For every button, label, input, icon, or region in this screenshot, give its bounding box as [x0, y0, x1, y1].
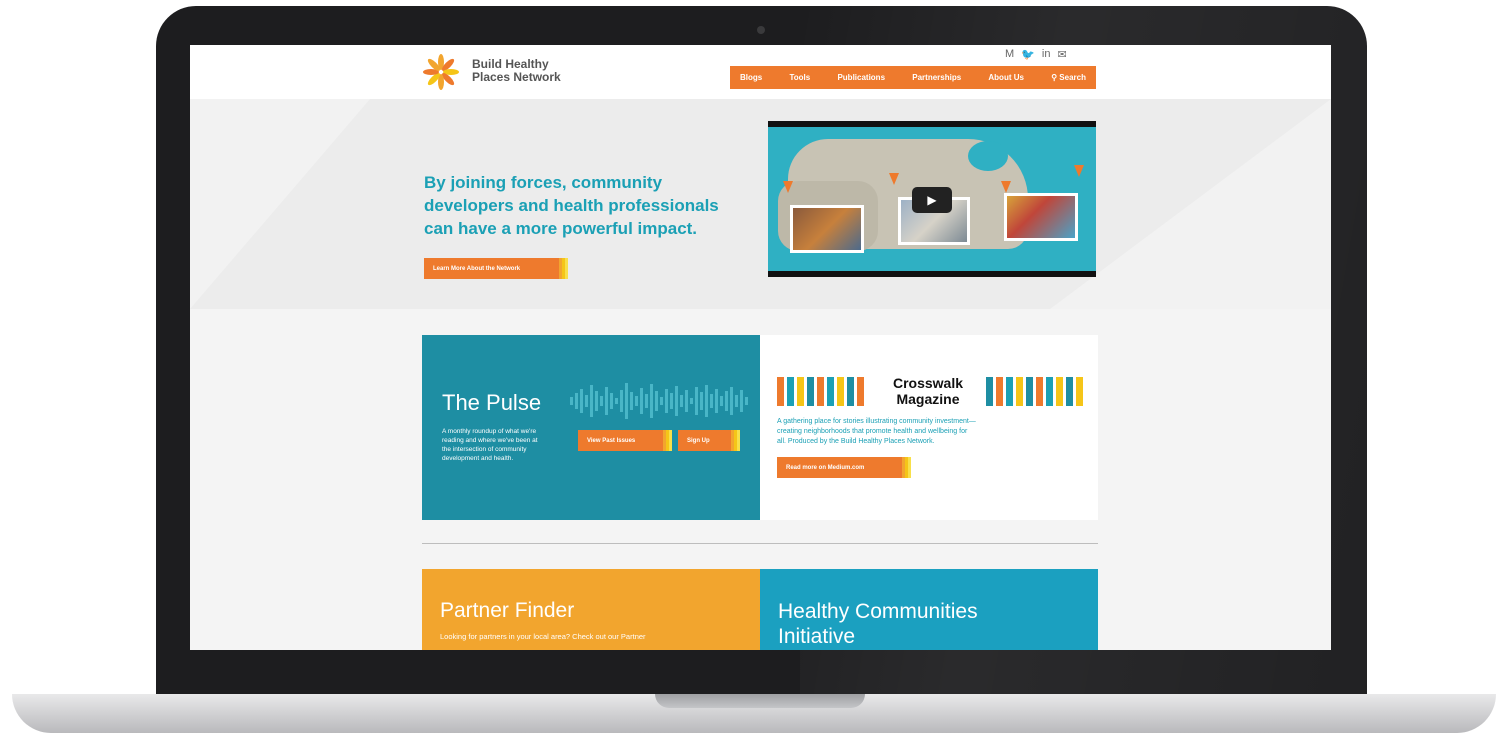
crosswalk-stripes-left: [777, 377, 864, 406]
crosswalk-title: Crosswalk Magazine: [870, 375, 986, 407]
healthy-communities-title: Healthy Communities Initiative: [778, 599, 1078, 649]
crosswalk-stripe: [817, 377, 824, 406]
search-icon: ⚲: [1051, 73, 1058, 82]
logo-line-2: Places Network: [472, 70, 561, 84]
nav-item-tools[interactable]: Tools: [789, 73, 810, 82]
sign-up-button[interactable]: Sign Up: [678, 430, 740, 451]
hero-headline: By joining forces, community developers …: [424, 171, 754, 240]
button-stripe: [737, 430, 740, 451]
hero-headline-line: developers and health professionals: [424, 196, 719, 215]
partner-finder-description: Looking for partners in your local area?…: [440, 632, 646, 641]
crosswalk-stripe: [787, 377, 794, 406]
pulse-title: The Pulse: [442, 390, 542, 415]
button-stripe: [908, 457, 911, 478]
twitter-icon[interactable]: 🐦: [1021, 48, 1035, 61]
crosswalk-stripe: [1036, 377, 1043, 406]
crosswalk-stripe: [1066, 377, 1073, 406]
crosswalk-description-line: creating neighborhoods that promote heal…: [777, 428, 968, 435]
video-bottom-bar: [768, 271, 1096, 277]
crosswalk-stripe: [797, 377, 804, 406]
learn-more-button[interactable]: Learn More About the Network: [424, 258, 568, 279]
website-screen: Build Healthy Places Network M 🐦 in ✉ Bl…: [190, 45, 1331, 650]
partner-finder-title: Partner Finder: [440, 599, 575, 622]
crosswalk-description-line: A gathering place for stories illustrati…: [777, 418, 976, 425]
social-links: M 🐦 in ✉: [1005, 48, 1067, 61]
map-lake: [968, 141, 1008, 171]
crosswalk-stripe: [986, 377, 993, 406]
learn-more-label: Learn More About the Network: [433, 265, 521, 272]
nav-item-publications[interactable]: Publications: [837, 73, 885, 82]
video-top-bar: [768, 121, 1096, 127]
nav-item-partnerships[interactable]: Partnerships: [912, 73, 961, 82]
hero-headline-line: By joining forces, community: [424, 173, 663, 192]
map-pin-icon: [783, 181, 793, 193]
crosswalk-stripe: [1026, 377, 1033, 406]
hero-headline-line: can have a more powerful impact.: [424, 219, 698, 238]
pulse-description-line: the intersection of community: [442, 446, 527, 453]
crosswalk-stripe: [1006, 377, 1013, 406]
nav-item-blogs[interactable]: Blogs: [740, 73, 762, 82]
healthy-communities-card[interactable]: Healthy Communities Initiative: [760, 569, 1098, 650]
crosswalk-magazine-card: Crosswalk Magazine A gathering place for…: [760, 335, 1098, 520]
view-past-issues-label: View Past Issues: [587, 437, 636, 444]
search-label: Search: [1059, 73, 1086, 82]
section-divider: [422, 543, 1098, 544]
partner-finder-card[interactable]: Partner Finder Looking for partners in y…: [422, 569, 760, 650]
pulse-description: A monthly roundup of what we're reading …: [442, 427, 577, 463]
crosswalk-stripe: [1056, 377, 1063, 406]
email-icon[interactable]: ✉: [1057, 48, 1066, 61]
healthy-communities-title-line: Healthy Communities: [778, 600, 978, 623]
the-pulse-card: The Pulse A monthly roundup of what we'r…: [422, 335, 760, 520]
crosswalk-title-line: Crosswalk: [892, 375, 964, 391]
crosswalk-stripe: [1016, 377, 1023, 406]
crosswalk-title-line: Magazine: [896, 391, 960, 407]
main-nav: Blogs Tools Publications Partnerships Ab…: [730, 66, 1096, 89]
button-stripe: [565, 258, 568, 279]
crosswalk-stripe: [857, 377, 864, 406]
pulse-description-line: development and health.: [442, 455, 514, 462]
read-on-medium-label: Read more on Medium.com: [786, 464, 865, 471]
medium-icon[interactable]: M: [1005, 48, 1014, 61]
healthy-communities-title-line: Initiative: [778, 625, 856, 648]
sign-up-label: Sign Up: [687, 437, 710, 444]
crosswalk-stripe: [1076, 377, 1083, 406]
view-past-issues-button[interactable]: View Past Issues: [578, 430, 672, 451]
laptop-notch: [655, 694, 865, 708]
hero-section: By joining forces, community developers …: [190, 99, 1331, 309]
crosswalk-stripe: [1046, 377, 1053, 406]
crosswalk-stripe: [777, 377, 784, 406]
hero-video[interactable]: ▶: [768, 121, 1096, 277]
crosswalk-description: A gathering place for stories illustrati…: [777, 417, 1082, 447]
play-icon[interactable]: ▶: [912, 187, 952, 213]
linkedin-icon[interactable]: in: [1042, 48, 1051, 61]
site-logo-text[interactable]: Build Healthy Places Network: [472, 58, 592, 84]
map-thumbnail: [790, 205, 864, 253]
map-pin-icon: [889, 173, 899, 185]
crosswalk-stripe: [807, 377, 814, 406]
nav-item-about-us[interactable]: About Us: [988, 73, 1024, 82]
hero-background-shape: [190, 99, 370, 309]
nav-search[interactable]: ⚲ Search: [1051, 73, 1086, 82]
pulse-description-line: A monthly roundup of what we're: [442, 428, 537, 435]
crosswalk-stripes-right: [986, 377, 1083, 406]
crosswalk-stripe: [827, 377, 834, 406]
site-header: Build Healthy Places Network M 🐦 in ✉ Bl…: [190, 45, 1331, 99]
button-stripe: [669, 430, 672, 451]
read-on-medium-button[interactable]: Read more on Medium.com: [777, 457, 911, 478]
crosswalk-stripe: [996, 377, 1003, 406]
crosswalk-stripe: [847, 377, 854, 406]
logo-icon[interactable]: [420, 54, 462, 90]
map-pin-icon: [1001, 181, 1011, 193]
map-pin-icon: [1074, 165, 1084, 177]
pulse-description-line: reading and where we've been at: [442, 437, 538, 444]
crosswalk-description-line: all. Produced by the Build Healthy Place…: [777, 438, 935, 445]
crosswalk-stripe: [837, 377, 844, 406]
soundwave-icon: [570, 383, 748, 419]
map-thumbnail: [1004, 193, 1078, 241]
webcam: [757, 26, 765, 34]
